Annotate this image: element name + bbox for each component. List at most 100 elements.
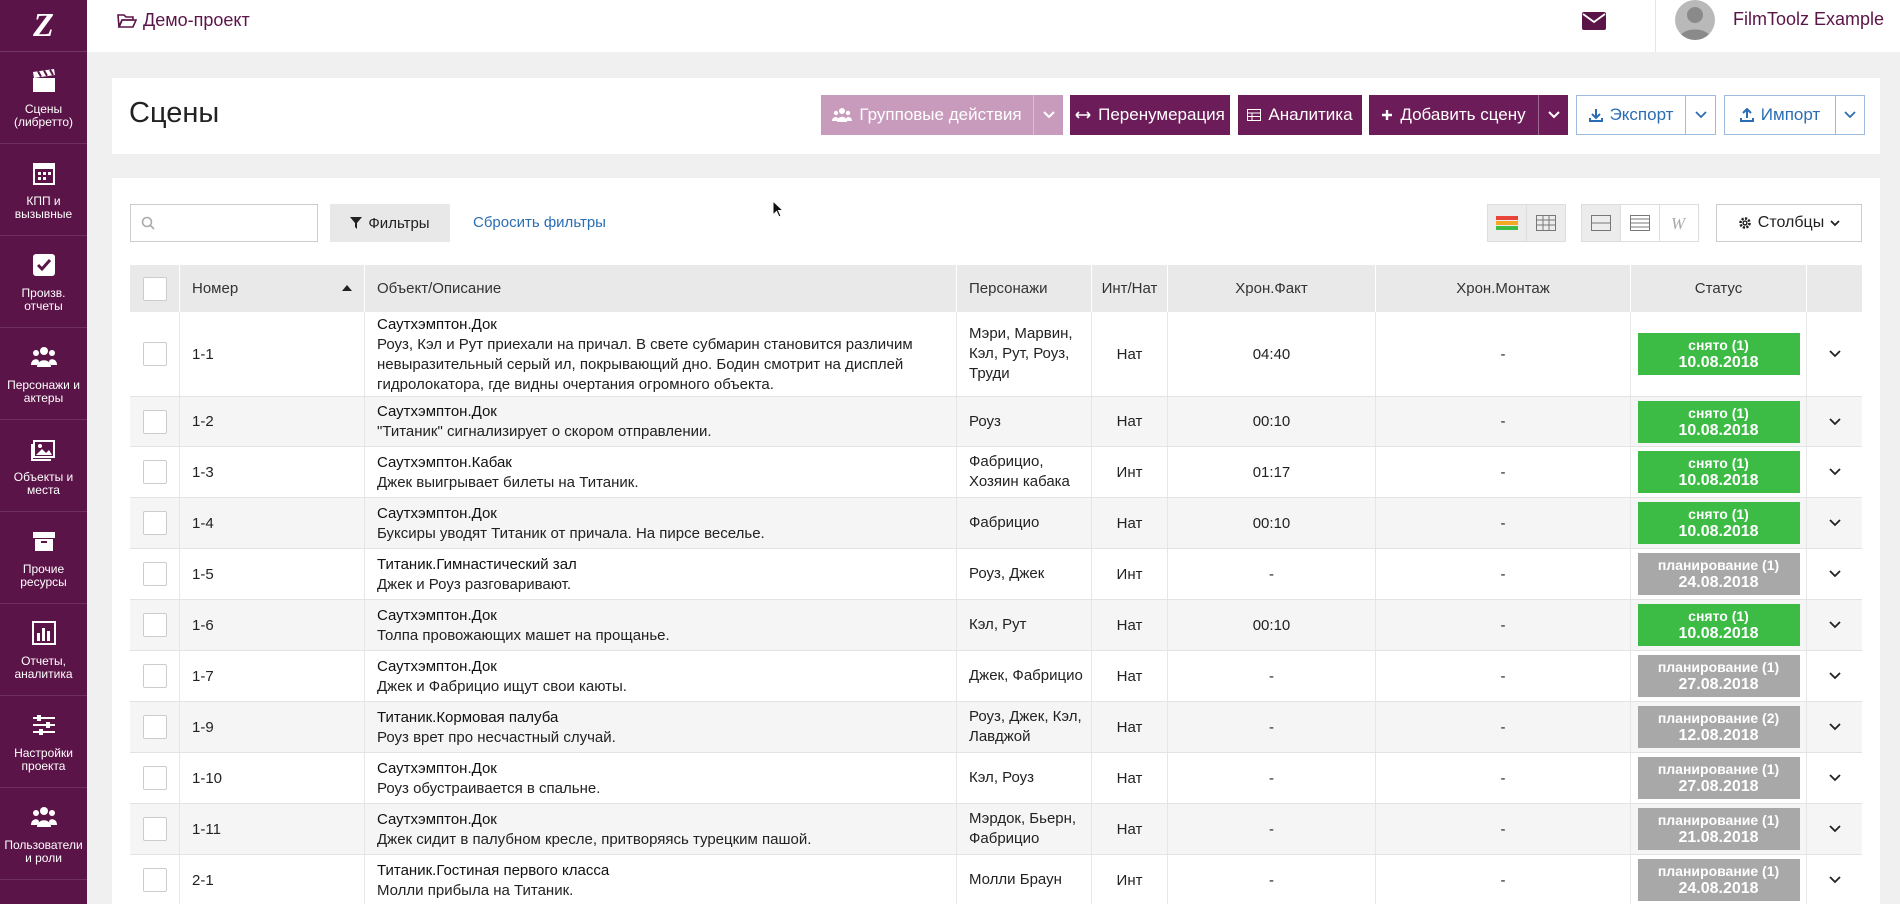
sidebar-item-kpp[interactable]: КПП и вызывные bbox=[0, 144, 87, 236]
color-view-button[interactable] bbox=[1487, 204, 1527, 242]
status-badge[interactable]: планирование (1) 27.08.2018 bbox=[1637, 655, 1800, 697]
columns-button[interactable]: Столбцы bbox=[1716, 204, 1862, 242]
sidebar-item-locations[interactable]: Объекты и места bbox=[0, 420, 87, 512]
scene-number: 1-5 bbox=[180, 549, 365, 599]
status-badge[interactable]: снято (1) 10.08.2018 bbox=[1637, 451, 1800, 493]
add-scene-dropdown[interactable] bbox=[1538, 95, 1568, 135]
table-row[interactable]: 1-7 Саутхэмптон.Док Джек и Фабрицио ищут с… bbox=[130, 651, 1862, 702]
row-checkbox[interactable] bbox=[142, 460, 167, 484]
scene-description: Молли прибыла на Титаник. bbox=[377, 881, 574, 899]
table-row[interactable]: 1-5 Титаник.Гимнастический зал Джек и Роуз… bbox=[130, 549, 1862, 600]
row-expand-button[interactable] bbox=[1807, 312, 1862, 396]
reset-filters-link[interactable]: Сбросить фильтры bbox=[473, 214, 606, 231]
header-number[interactable]: Номер bbox=[180, 265, 365, 312]
table-row[interactable]: 2-1 Титаник.Гостиная первого класса Молли … bbox=[130, 855, 1862, 904]
dense-rows-button[interactable] bbox=[1620, 204, 1660, 242]
status-badge[interactable]: снято (1) 10.08.2018 bbox=[1637, 502, 1800, 544]
avatar[interactable] bbox=[1675, 0, 1715, 40]
user-name[interactable]: FilmToolz Example bbox=[1733, 9, 1884, 30]
status-badge[interactable]: снято (1) 10.08.2018 bbox=[1637, 400, 1800, 443]
wrap-text-button[interactable]: W bbox=[1659, 204, 1699, 242]
chevron-down-icon bbox=[1694, 111, 1707, 119]
row-checkbox[interactable] bbox=[142, 613, 167, 637]
messages-button[interactable] bbox=[1582, 12, 1606, 35]
scene-number: 1-11 bbox=[180, 804, 365, 854]
table-row[interactable]: 1-10 Саутхэмптон.Док Роуз обустраивается в… bbox=[130, 753, 1862, 804]
status-badge[interactable]: планирование (1) 21.08.2018 bbox=[1637, 808, 1800, 850]
row-expand-button[interactable] bbox=[1807, 397, 1862, 446]
header-int-nat[interactable]: Инт/Нат bbox=[1092, 265, 1168, 312]
header-status[interactable]: Статус bbox=[1631, 265, 1807, 312]
project-switcher[interactable]: Демо-проект bbox=[117, 10, 250, 31]
row-expand-button[interactable] bbox=[1807, 498, 1862, 548]
import-button[interactable]: Импорт bbox=[1724, 95, 1836, 135]
import-dropdown[interactable] bbox=[1835, 95, 1865, 135]
row-checkbox[interactable] bbox=[142, 342, 167, 366]
status-badge[interactable]: планирование (1) 24.08.2018 bbox=[1637, 859, 1800, 901]
status-badge[interactable]: планирование (2) 12.08.2018 bbox=[1637, 706, 1800, 748]
header-chron-fact[interactable]: Хрон.Факт bbox=[1168, 265, 1376, 312]
row-checkbox[interactable] bbox=[142, 868, 167, 892]
row-expand-button[interactable] bbox=[1807, 600, 1862, 650]
row-checkbox[interactable] bbox=[142, 511, 167, 535]
row-expand-button[interactable] bbox=[1807, 753, 1862, 803]
bulk-actions-dropdown[interactable] bbox=[1033, 95, 1063, 135]
status-badge[interactable]: планирование (1) 27.08.2018 bbox=[1637, 757, 1800, 799]
export-dropdown[interactable] bbox=[1685, 95, 1716, 135]
row-expand-button[interactable] bbox=[1807, 855, 1862, 904]
select-all-checkbox[interactable] bbox=[142, 276, 167, 301]
chevron-down-icon bbox=[1828, 570, 1841, 578]
status-badge[interactable]: снято (1) 10.08.2018 bbox=[1637, 333, 1800, 375]
sidebar-item-resources[interactable]: Прочие ресурсы bbox=[0, 512, 87, 604]
sidebar-item-scenes[interactable]: Сцены (либретто) bbox=[0, 52, 87, 144]
table-row[interactable]: 1-4 Саутхэмптон.Док Буксиры уводят Титаник… bbox=[130, 498, 1862, 549]
row-expand-button[interactable] bbox=[1807, 804, 1862, 854]
sidebar-item-settings[interactable]: Настройки проекта bbox=[0, 696, 87, 788]
row-expand-button[interactable] bbox=[1807, 549, 1862, 599]
table-row[interactable]: 1-6 Саутхэмптон.Док Толпа провожающих маше… bbox=[130, 600, 1862, 651]
export-button[interactable]: Экспорт bbox=[1576, 95, 1686, 135]
status-badge[interactable]: планирование (1) 24.08.2018 bbox=[1637, 553, 1800, 595]
status-badge[interactable]: снято (1) 10.08.2018 bbox=[1637, 604, 1800, 646]
analytics-button[interactable]: Аналитика bbox=[1238, 95, 1362, 135]
row-select-cell bbox=[130, 753, 180, 803]
scene-status-cell: планирование (1) 24.08.2018 bbox=[1631, 855, 1807, 904]
renumber-button[interactable]: Перенумерация bbox=[1070, 95, 1230, 135]
row-checkbox[interactable] bbox=[142, 409, 167, 434]
filters-button[interactable]: Фильтры bbox=[330, 204, 450, 242]
row-checkbox[interactable] bbox=[142, 664, 167, 688]
bulk-actions-button[interactable]: Групповые действия bbox=[821, 95, 1033, 135]
scene-description: Роуз обустраивается в спальне. bbox=[377, 779, 601, 797]
header-chron-edit[interactable]: Хрон.Монтаж bbox=[1376, 265, 1631, 312]
sidebar-item-characters[interactable]: Персонажи и актеры bbox=[0, 328, 87, 420]
row-expand-button[interactable] bbox=[1807, 702, 1862, 752]
compact-rows-button[interactable] bbox=[1581, 204, 1621, 242]
app-logo[interactable]: Z bbox=[0, 0, 87, 52]
add-scene-button[interactable]: Добавить сцену bbox=[1369, 95, 1538, 135]
search-box[interactable] bbox=[130, 204, 318, 242]
row-checkbox[interactable] bbox=[142, 715, 167, 739]
sidebar-item-reports[interactable]: Произв. отчеты bbox=[0, 236, 87, 328]
scene-object: Титаник.Гостиная первого класса bbox=[377, 861, 610, 879]
scene-characters-cell: Кэл, Роуз bbox=[957, 753, 1092, 803]
row-checkbox[interactable] bbox=[142, 817, 167, 841]
table-row[interactable]: 1-1 Саутхэмптон.Док Роуз, Кэл и Рут приеха… bbox=[130, 312, 1862, 397]
row-expand-button[interactable] bbox=[1807, 651, 1862, 701]
status-text: снято (1) bbox=[1688, 404, 1749, 421]
row-checkbox[interactable] bbox=[142, 562, 167, 586]
search-input[interactable] bbox=[161, 214, 311, 232]
table-view-button[interactable] bbox=[1526, 204, 1566, 242]
header-characters[interactable]: Персонажи bbox=[957, 265, 1092, 312]
row-checkbox[interactable] bbox=[142, 766, 167, 790]
row-expand-button[interactable] bbox=[1807, 447, 1862, 497]
chevron-down-icon bbox=[1042, 111, 1055, 119]
table-row[interactable]: 1-2 Саутхэмптон.Док "Титаник" сигнализируе… bbox=[130, 397, 1862, 447]
table-row[interactable]: 1-9 Титаник.Кормовая палуба Роуз врет про … bbox=[130, 702, 1862, 753]
sidebar-item-analytics[interactable]: Отчеты, аналитика bbox=[0, 604, 87, 696]
sidebar-item-users[interactable]: Пользователи и роли bbox=[0, 788, 87, 880]
table-row[interactable]: 1-11 Саутхэмптон.Док Джек сидит в палубном… bbox=[130, 804, 1862, 855]
image-icon bbox=[30, 439, 55, 461]
sidebar-item-label: Сцены (либретто) bbox=[13, 101, 74, 129]
header-object[interactable]: Объект/Описание bbox=[365, 265, 957, 312]
table-row[interactable]: 1-3 Саутхэмптон.Кабак Джек выигрывает биле… bbox=[130, 447, 1862, 498]
